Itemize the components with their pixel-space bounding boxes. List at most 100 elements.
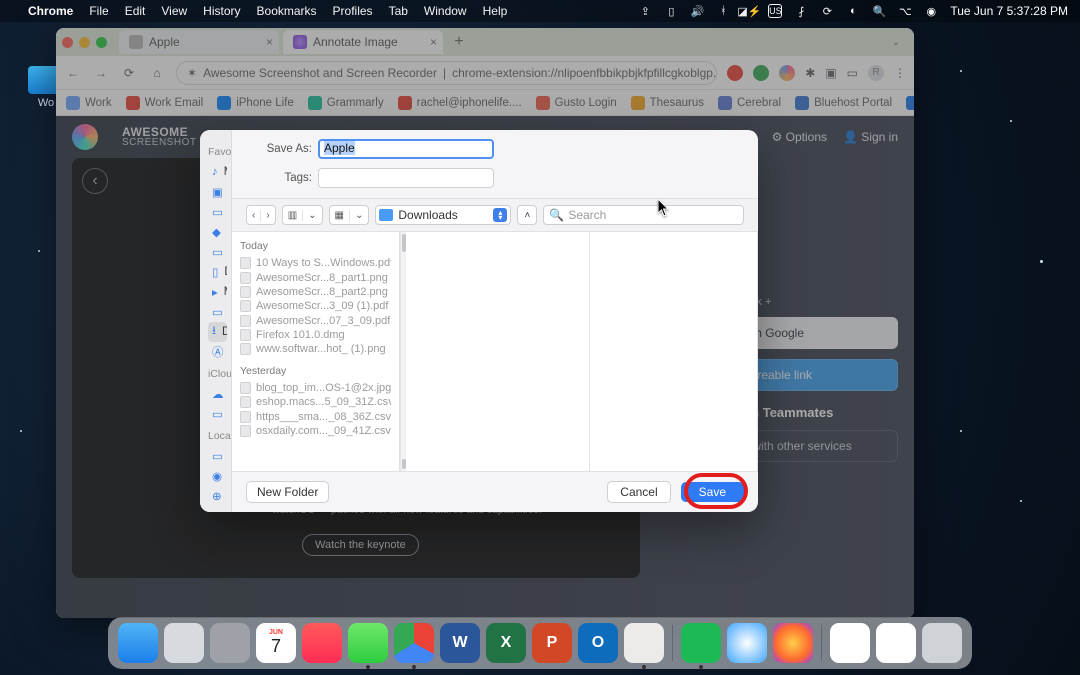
sidebar-item-icloud[interactable]: ☁iCloud Dri... — [208, 384, 227, 404]
sidebar-item-room[interactable]: ▭Room — [208, 202, 227, 222]
home-button[interactable]: ⌂ — [148, 64, 166, 82]
dock-slack-icon[interactable] — [624, 623, 664, 663]
dock-firefox-icon[interactable] — [773, 623, 813, 663]
profile-avatar-icon[interactable]: R — [868, 65, 884, 81]
file-item[interactable]: eshop.macs...5_09_31Z.csv — [240, 395, 391, 409]
volume-icon[interactable]: 🔊 — [690, 4, 704, 18]
nav-back-icon[interactable]: ‹ — [247, 210, 261, 221]
siri-icon[interactable]: ◉ — [924, 4, 938, 18]
watch-keynote-button[interactable]: Watch the keynote — [302, 534, 419, 556]
view-columns-button[interactable]: ▥⌄ — [282, 205, 323, 225]
dock-spotify-icon[interactable] — [681, 623, 721, 663]
view-grid-button[interactable]: ▦⌄ — [329, 205, 370, 225]
bookmark-grammarly[interactable]: Grammarly — [308, 96, 384, 110]
phone-status-icon[interactable]: ▯ — [664, 4, 678, 18]
sidebar-item-music[interactable]: ♪Music — [208, 162, 227, 182]
save-button[interactable]: Save — [681, 482, 744, 502]
menu-bookmarks[interactable]: Bookmarks — [257, 4, 317, 18]
save-search-input[interactable]: 🔍 Search — [543, 205, 744, 225]
scroll-thumb2[interactable] — [402, 459, 406, 469]
dock[interactable]: JUN7WXPO — [108, 617, 972, 669]
bookmark-thesaurus[interactable]: Thesaurus — [631, 96, 704, 110]
sidebar-item-shared[interactable]: ▭Shared — [208, 404, 227, 424]
menu-edit[interactable]: Edit — [125, 4, 146, 18]
new-tab-button[interactable]: + — [447, 30, 471, 54]
minimize-window-icon[interactable] — [79, 37, 90, 48]
bookmark-facebook[interactable]: Facebook — [906, 96, 914, 110]
wifi-icon[interactable]: ⨏ — [794, 4, 808, 18]
new-folder-button[interactable]: New Folder — [246, 481, 329, 503]
reload-button[interactable]: ⟳ — [120, 64, 138, 82]
dock-trash-icon[interactable] — [922, 623, 962, 663]
reader-icon[interactable]: ▭ — [847, 66, 858, 80]
sidebar-item-network[interactable]: ⊕Network — [208, 486, 227, 506]
sidebar-item-downloads[interactable]: ⭳Downloads — [208, 322, 227, 342]
file-column-2[interactable] — [406, 232, 590, 471]
menu-view[interactable]: View — [161, 4, 187, 18]
menu-file[interactable]: File — [89, 4, 108, 18]
forward-button[interactable]: → — [92, 64, 110, 82]
dock-messages-icon[interactable] — [348, 623, 388, 663]
dock-music-icon[interactable] — [302, 623, 342, 663]
nav-back-forward[interactable]: ‹› — [246, 205, 276, 225]
dropbox-status-icon[interactable]: ⇪ — [638, 4, 652, 18]
sidebar-item-documents[interactable]: ▯Documents — [208, 262, 227, 282]
bookmark-iphonelife[interactable]: iPhone Life — [217, 96, 294, 110]
chrome-menu-icon[interactable]: ⋮ — [894, 66, 906, 80]
battery-icon[interactable]: ◪⚡ — [742, 4, 756, 18]
tab-annotate[interactable]: Annotate Image × — [283, 30, 443, 54]
bookmark-work[interactable]: Work — [66, 96, 112, 110]
stepper-icon[interactable]: ▴▾ — [493, 208, 507, 222]
menu-history[interactable]: History — [203, 4, 240, 18]
dock-doc1-icon[interactable] — [830, 623, 870, 663]
close-window-icon[interactable] — [62, 37, 73, 48]
ext-icon[interactable] — [727, 65, 743, 81]
sidebar-item-dropbox[interactable]: ◆Dropbox — [208, 222, 227, 242]
sidebar-item-applications[interactable]: ⒶApplicati... — [208, 342, 227, 362]
file-item[interactable]: AwesomeScr...07_3_09.pdf — [240, 314, 391, 328]
scroll-thumb[interactable] — [402, 234, 406, 252]
file-item[interactable]: osxdaily.com..._09_41Z.csv — [240, 424, 391, 438]
tab-apple[interactable]: Apple × — [119, 30, 279, 54]
bookmark-bluehost[interactable]: Bluehost Portal — [795, 96, 892, 110]
sidebar-item-ray[interactable]: ▭Ray — [208, 302, 227, 322]
file-item[interactable]: Firefox 101.0.dmg — [240, 328, 391, 342]
dock-calendar-icon[interactable]: JUN7 — [256, 623, 296, 663]
options-link[interactable]: ⚙ Options — [772, 130, 827, 144]
menu-tab[interactable]: Tab — [389, 4, 408, 18]
close-tab-icon[interactable]: × — [430, 35, 437, 49]
input-source-icon[interactable]: US — [768, 4, 782, 18]
dock-outlook-icon[interactable]: O — [578, 623, 618, 663]
cancel-button[interactable]: Cancel — [607, 481, 670, 503]
file-item[interactable]: 10 Ways to S...Windows.pdf — [240, 256, 391, 270]
enclosing-folder-button[interactable]: ˄ — [517, 205, 537, 225]
file-item[interactable]: AwesomeScr...8_part1.png — [240, 270, 391, 284]
sidebar-item-firefox-disk[interactable]: ◉Firefox ⏏ — [208, 466, 227, 486]
location-popup[interactable]: Downloads ▴▾ — [375, 205, 511, 225]
canvas-back-button[interactable]: ‹ — [82, 168, 108, 194]
dock-finder-icon[interactable] — [118, 623, 158, 663]
sidebar-item-rachels[interactable]: ▭Rachel's... — [208, 446, 227, 466]
menu-help[interactable]: Help — [483, 4, 508, 18]
dock-safari-icon[interactable] — [727, 623, 767, 663]
menu-window[interactable]: Window — [424, 4, 467, 18]
file-column-3[interactable] — [590, 232, 758, 471]
close-tab-icon[interactable]: × — [266, 35, 273, 49]
spotlight-icon[interactable]: 🔍 — [872, 4, 886, 18]
tabs-overflow-button[interactable]: ⌄ — [884, 37, 908, 48]
dock-excel-icon[interactable]: X — [486, 623, 526, 663]
file-item[interactable]: https___sma..._08_36Z.csv — [240, 409, 391, 423]
sync-icon[interactable]: ⟳ — [820, 4, 834, 18]
dock-chrome-icon[interactable] — [394, 623, 434, 663]
sidebar-item-pictures[interactable]: ▣Pictures — [208, 182, 227, 202]
control-center-icon[interactable]: ⌥ — [898, 4, 912, 18]
dock-doc2-icon[interactable] — [876, 623, 916, 663]
app-menu[interactable]: Chrome — [28, 4, 73, 18]
sidebar-item-desktop[interactable]: ▭Desktop — [208, 242, 227, 262]
file-item[interactable]: blog_top_im...OS-1@2x.jpg — [240, 381, 391, 395]
menubar-clock[interactable]: Tue Jun 7 5:37:28 PM — [950, 4, 1068, 18]
menu-profiles[interactable]: Profiles — [333, 4, 373, 18]
bookmark-work-email[interactable]: Work Email — [126, 96, 204, 110]
dock-launchpad-icon[interactable] — [164, 623, 204, 663]
nav-forward-icon[interactable]: › — [261, 210, 274, 221]
